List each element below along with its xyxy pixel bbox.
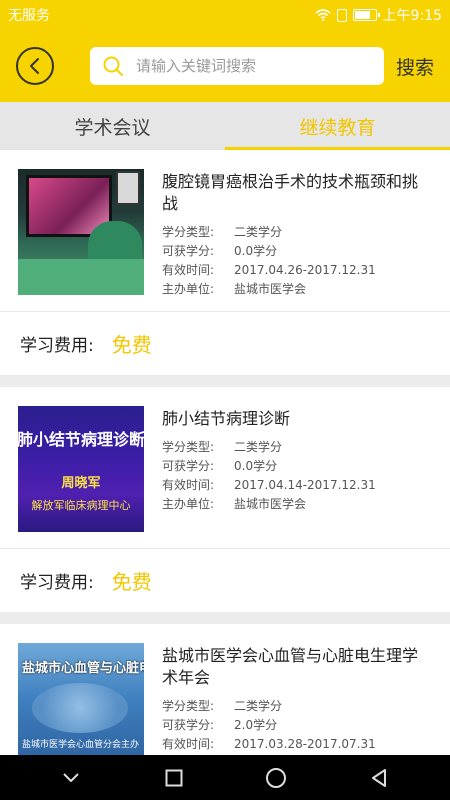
tab-continuing-education[interactable]: 继续教育 — [225, 102, 450, 150]
course-card[interactable]: 腹腔镜胃癌根治手术的技术瓶颈和挑战 学分类型: 二类学分 可获学分: 0.0学分 有… — [0, 150, 450, 375]
meta-row: 学分类型: 二类学分 — [162, 225, 283, 239]
course-thumbnail — [18, 169, 144, 295]
thumbnail-title: 盐城市心血管与心脏电生 — [22, 661, 144, 676]
course-meta: 学分类型: 二类学分 可获学分: 0.0学分 有效时间: 2017.04.26-201… — [162, 223, 432, 299]
chevron-left-icon — [30, 58, 39, 74]
thumbnail-title: 肺小结节病理诊断 — [18, 430, 144, 449]
meta-row: 可获学分: 2.0学分 — [162, 718, 278, 732]
tab-academic-conference[interactable]: 学术会议 — [0, 102, 225, 150]
course-card-body[interactable]: 肺小结节病理诊断 周晓军 解放军临床病理中心 肺小结节病理诊断 学分类型: 二类学… — [0, 387, 450, 549]
search-icon — [103, 56, 123, 76]
course-thumbnail: 盐城市心血管与心脏电生 盐城市医学会心血管分会主办 — [18, 643, 144, 755]
meta-row: 可获学分: 0.0学分 — [162, 459, 278, 473]
thumbnail-org: 解放军临床病理中心 — [31, 499, 131, 512]
course-title: 肺小结节病理诊断 — [162, 409, 291, 428]
system-nav-bar — [0, 755, 450, 800]
course-info: 腹腔镜胃癌根治手术的技术瓶颈和挑战 学分类型: 二类学分 可获学分: 0.0学分 有… — [162, 169, 432, 311]
thumbnail-subtitle: 盐城市医学会心血管分会主办 — [22, 740, 140, 750]
back-button[interactable] — [16, 47, 54, 85]
meta-row: 有效时间: 2017.03.28-2017.07.31 — [162, 737, 376, 751]
course-card-body[interactable]: 腹腔镜胃癌根治手术的技术瓶颈和挑战 学分类型: 二类学分 可获学分: 0.0学分 有… — [0, 150, 450, 312]
meta-row: 有效时间: 2017.04.14-2017.12.31 — [162, 478, 376, 492]
status-icons: 上午9:15 — [315, 5, 442, 25]
fee-label: 学习费用: — [20, 336, 94, 356]
course-card-body[interactable]: 盐城市心血管与心脏电生 盐城市医学会心血管分会主办 盐城市医学会心血管与心脏电生… — [0, 624, 450, 755]
course-card[interactable]: 盐城市心血管与心脏电生 盐城市医学会心血管分会主办 盐城市医学会心血管与心脏电生… — [0, 624, 450, 755]
meta-row: 可获学分: 0.0学分 — [162, 244, 278, 258]
back-triangle-icon — [371, 768, 386, 787]
tab-bar: 学术会议 继续教育 — [0, 102, 450, 150]
fee-value: 免费 — [111, 570, 152, 594]
search-input[interactable] — [136, 57, 366, 75]
meta-row: 有效时间: 2017.04.26-2017.12.31 — [162, 263, 376, 277]
carrier-text: 无服务 — [8, 8, 50, 24]
top-header: 搜索 — [0, 30, 450, 102]
course-info: 肺小结节病理诊断 学分类型: 二类学分 可获学分: 0.0学分 有效时间: 2017.… — [162, 406, 432, 548]
fee-label: 学习费用: — [20, 573, 94, 593]
back-nav-button[interactable] — [359, 758, 399, 798]
search-box[interactable] — [90, 47, 384, 85]
home-button[interactable] — [256, 758, 296, 798]
nav-collapse-icon — [63, 772, 79, 782]
wifi-icon — [315, 9, 331, 21]
course-meta: 学分类型: 二类学分 可获学分: 2.0学分 有效时间: 2017.03.28-201… — [162, 697, 432, 754]
status-bar: 无服务 上午9:15 — [0, 0, 450, 30]
search-button[interactable]: 搜索 — [396, 53, 434, 80]
course-list: 腹腔镜胃癌根治手术的技术瓶颈和挑战 学分类型: 二类学分 可获学分: 0.0学分 有… — [0, 150, 450, 755]
course-info: 盐城市医学会心血管与心脏电生理学术年会 学分类型: 二类学分 可获学分: 2.0学分… — [162, 643, 432, 755]
course-fee: 学习费用: 免费 — [0, 549, 450, 612]
fee-value: 免费 — [111, 333, 152, 357]
course-card[interactable]: 肺小结节病理诊断 周晓军 解放军临床病理中心 肺小结节病理诊断 学分类型: 二类学… — [0, 387, 450, 612]
meta-row: 主办单位: 盐城市医学会 — [162, 282, 307, 296]
nav-collapse-button[interactable] — [51, 758, 91, 798]
clock-text: 上午9:15 — [382, 8, 442, 24]
meta-row: 学分类型: 二类学分 — [162, 440, 283, 454]
sim-icon — [336, 8, 347, 22]
battery-icon — [352, 9, 380, 21]
course-title: 腹腔镜胃癌根治手术的技术瓶颈和挑战 — [162, 172, 419, 213]
recents-button[interactable] — [154, 758, 194, 798]
home-icon — [266, 767, 287, 788]
course-thumbnail: 肺小结节病理诊断 周晓军 解放军临床病理中心 — [18, 406, 144, 532]
meta-row: 主办单位: 盐城市医学会 — [162, 497, 307, 511]
course-meta: 学分类型: 二类学分 可获学分: 0.0学分 有效时间: 2017.04.14-201… — [162, 438, 432, 514]
thumbnail-speaker: 周晓军 — [61, 476, 101, 491]
meta-row: 学分类型: 二类学分 — [162, 699, 283, 713]
app-screen: 无服务 上午9:15 搜索 — [0, 0, 450, 800]
recents-icon — [165, 769, 183, 786]
course-title: 盐城市医学会心血管与心脏电生理学术年会 — [162, 646, 419, 687]
course-fee: 学习费用: 免费 — [0, 312, 450, 375]
